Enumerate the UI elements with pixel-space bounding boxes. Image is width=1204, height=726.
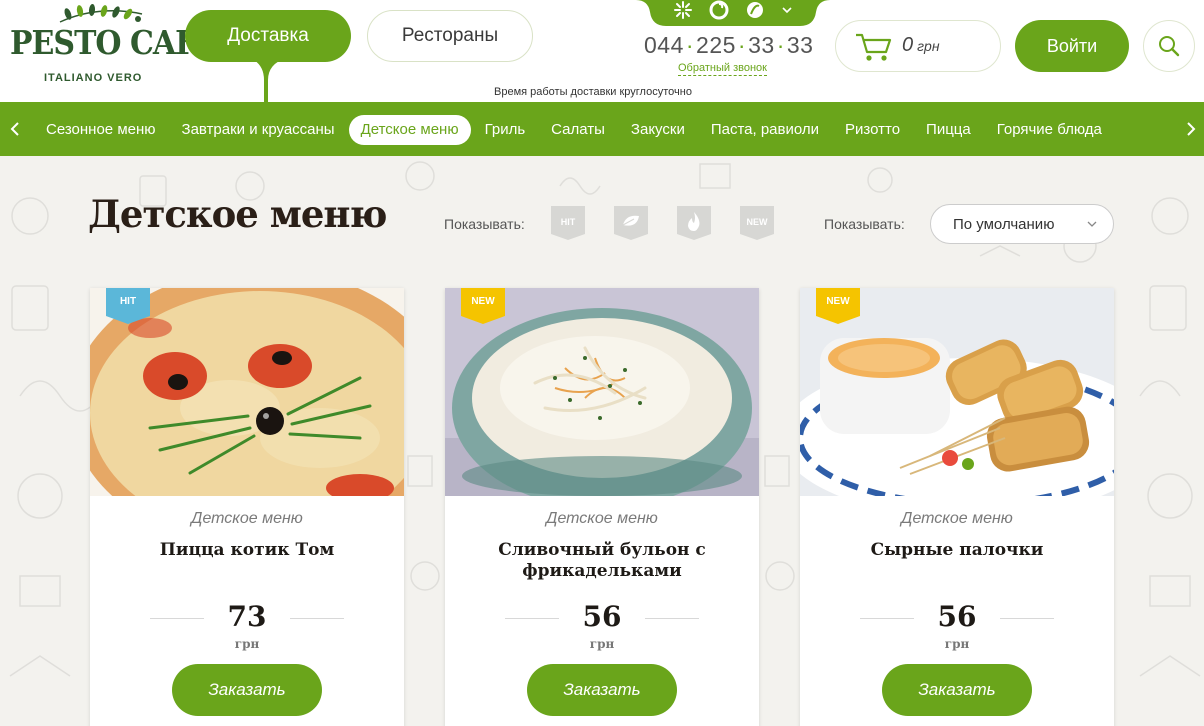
delivery-tab-pointer bbox=[250, 58, 286, 104]
restaurants-button[interactable]: Рестораны bbox=[367, 10, 533, 62]
phone-number[interactable]: 044·225·33·33 bbox=[644, 32, 814, 59]
product-currency: грн bbox=[234, 637, 260, 651]
vodafone-icon bbox=[708, 0, 730, 24]
svg-text:HIT: HIT bbox=[561, 217, 576, 227]
nav-item[interactable]: Салаты bbox=[539, 115, 617, 145]
logo[interactable]: PESTO CAFE ITALIANO VERO bbox=[10, 4, 218, 88]
lifecell-icon bbox=[744, 0, 766, 24]
site-header: PESTO CAFE ITALIANO VERO Доставка Рестор… bbox=[0, 0, 1204, 104]
product-name[interactable]: Сливочный бульон с фрикадельками bbox=[465, 540, 739, 582]
product-card[interactable]: NEW Детское меню Сливочный бульон с фрик… bbox=[445, 288, 759, 726]
product-category: Детское меню bbox=[901, 510, 1013, 527]
delivery-button[interactable]: Доставка bbox=[185, 10, 351, 62]
nav-item[interactable]: Паста, равиоли bbox=[699, 115, 831, 145]
nav-item[interactable]: Горячие блюда bbox=[985, 115, 1114, 145]
nav-item[interactable]: Завтраки и круассаны bbox=[170, 115, 347, 145]
page-title: Детское меню bbox=[88, 192, 387, 236]
nav-prev-icon[interactable] bbox=[6, 120, 24, 138]
nav-item[interactable]: Гриль bbox=[473, 115, 538, 145]
product-badge: HIT bbox=[119, 296, 137, 307]
product-currency: грн bbox=[944, 637, 970, 651]
flame-icon bbox=[677, 206, 711, 240]
sort-label: Показывать: bbox=[824, 216, 905, 232]
product-badge: NEW bbox=[826, 296, 850, 307]
product-price: 56 bbox=[582, 600, 622, 633]
product-name[interactable]: Сырные палочки bbox=[820, 540, 1094, 561]
chevron-down-icon bbox=[1087, 221, 1097, 227]
nav-item[interactable]: Ризотто bbox=[833, 115, 912, 145]
delivery-hours-text: Время работы доставки круглосуточно bbox=[494, 86, 692, 98]
svg-text:NEW: NEW bbox=[747, 217, 769, 227]
olive-branch-icon bbox=[59, 4, 143, 23]
leaf-icon bbox=[614, 206, 648, 240]
product-currency: грн bbox=[589, 637, 615, 651]
filter-new-button[interactable]: NEW bbox=[740, 206, 774, 242]
cart-total: 0 грн bbox=[902, 34, 940, 56]
product-category: Детское меню bbox=[191, 510, 303, 527]
nav-item[interactable]: Сезонное меню bbox=[34, 115, 168, 145]
filter-spicy-button[interactable] bbox=[677, 206, 711, 242]
search-button[interactable] bbox=[1143, 20, 1195, 72]
search-icon bbox=[1159, 36, 1180, 57]
category-nav: Сезонное меню Завтраки и круассаны Детское… bbox=[0, 102, 1204, 156]
nav-item[interactable]: Закуски bbox=[619, 115, 697, 145]
logo-subtitle: ITALIANO VERO bbox=[44, 72, 143, 84]
product-price: 56 bbox=[937, 600, 977, 633]
filter-label: Показывать: bbox=[444, 216, 525, 232]
chevron-down-icon bbox=[780, 0, 794, 24]
nav-item[interactable]: Пицца bbox=[914, 115, 983, 145]
nav-items: Сезонное меню Завтраки и круассаны Детское… bbox=[34, 115, 1116, 145]
logo-title: PESTO CAFE bbox=[10, 24, 218, 63]
cart-button[interactable]: 0 грн bbox=[835, 20, 1001, 72]
cart-icon bbox=[856, 33, 892, 61]
filter-vegetarian-button[interactable] bbox=[614, 206, 648, 242]
login-button[interactable]: Войти bbox=[1015, 20, 1129, 72]
hit-badge-icon: HIT bbox=[551, 206, 585, 240]
order-button[interactable]: Заказать bbox=[882, 664, 1032, 716]
new-badge-icon: NEW bbox=[740, 206, 774, 240]
product-category: Детское меню bbox=[546, 510, 658, 527]
nav-next-icon[interactable] bbox=[1182, 120, 1200, 138]
nav-item[interactable]: Детское меню bbox=[348, 115, 471, 145]
kyivstar-icon bbox=[672, 0, 694, 24]
sort-value: По умолчанию bbox=[953, 216, 1055, 233]
order-button[interactable]: Заказать bbox=[172, 664, 322, 716]
product-card[interactable]: HIT Детское меню Пицца котик Том 73 грн … bbox=[90, 288, 404, 726]
callback-link[interactable]: Обратный звонок bbox=[678, 62, 767, 76]
sort-select[interactable]: По умолчанию bbox=[930, 204, 1114, 244]
product-card[interactable]: NEW Детское меню Сырные палочки 56 грн З… bbox=[800, 288, 1114, 726]
filter-hit-button[interactable]: HIT bbox=[551, 206, 585, 242]
product-name[interactable]: Пицца котик Том bbox=[110, 540, 384, 561]
product-price: 73 bbox=[227, 600, 267, 633]
order-button[interactable]: Заказать bbox=[527, 664, 677, 716]
product-badge: NEW bbox=[471, 296, 495, 307]
operator-selector[interactable] bbox=[672, 0, 812, 24]
